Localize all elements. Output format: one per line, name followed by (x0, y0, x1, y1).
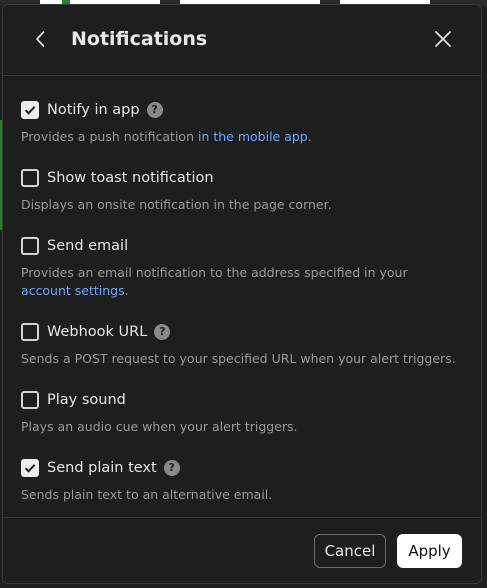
notifications-dialog: Notifications Notify in app ? Provides a… (2, 4, 482, 584)
description-text: . (307, 129, 312, 144)
help-icon[interactable]: ? (163, 460, 180, 476)
option-notify-in-app: Notify in app ? Provides a push notifica… (21, 99, 461, 146)
checkmark-icon (24, 106, 36, 115)
cancel-button[interactable]: Cancel (314, 534, 386, 568)
show-toast-checkbox[interactable] (21, 169, 39, 187)
option-description: Provides a push notification in the mobi… (21, 128, 461, 146)
play-sound-checkbox[interactable] (21, 391, 39, 409)
header-divider (3, 75, 481, 76)
mobile-app-link[interactable]: in the mobile app (198, 129, 308, 144)
apply-button[interactable]: Apply (397, 534, 462, 568)
option-description: Plays an audio cue when your alert trigg… (21, 419, 298, 434)
dialog-header: Notifications (3, 5, 481, 75)
option-label[interactable]: Webhook URL (47, 322, 147, 342)
option-webhook-url: Webhook URL ? Sends a POST request to yo… (21, 321, 461, 368)
option-label[interactable]: Send plain text (47, 458, 157, 478)
description-text: Provides a push notification (21, 129, 198, 144)
dialog-title: Notifications (71, 28, 208, 50)
checkmark-icon (24, 464, 36, 473)
back-button[interactable] (29, 27, 53, 51)
footer-divider (3, 517, 481, 518)
option-send-plain-text: Send plain text ? Sends plain text to an… (21, 457, 461, 504)
option-description: Sends a POST request to your specified U… (21, 351, 456, 366)
webhook-url-checkbox[interactable] (21, 323, 39, 341)
option-label[interactable]: Show toast notification (47, 168, 214, 188)
option-play-sound: Play sound Plays an audio cue when your … (21, 389, 461, 436)
option-label[interactable]: Notify in app (47, 100, 140, 120)
account-settings-link[interactable]: account settings (21, 283, 125, 298)
option-show-toast: Show toast notification Displays an onsi… (21, 167, 461, 214)
description-text: Provides an email notification to the ad… (21, 265, 408, 280)
send-email-checkbox[interactable] (21, 237, 39, 255)
send-plain-text-checkbox[interactable] (21, 459, 39, 477)
close-icon (435, 31, 451, 47)
option-description: Sends plain text to an alternative email… (21, 487, 273, 502)
option-label[interactable]: Play sound (47, 390, 126, 410)
description-text: . (124, 283, 129, 298)
notify-in-app-checkbox[interactable] (21, 101, 39, 119)
help-icon[interactable]: ? (146, 102, 163, 118)
chevron-left-icon (36, 31, 45, 47)
option-description: Provides an email notification to the ad… (21, 264, 461, 300)
option-description: Displays an onsite notification in the p… (21, 197, 332, 212)
close-button[interactable] (431, 27, 455, 51)
option-label[interactable]: Send email (47, 236, 128, 256)
help-icon[interactable]: ? (154, 324, 171, 340)
option-send-email: Send email Provides an email notificatio… (21, 235, 461, 300)
